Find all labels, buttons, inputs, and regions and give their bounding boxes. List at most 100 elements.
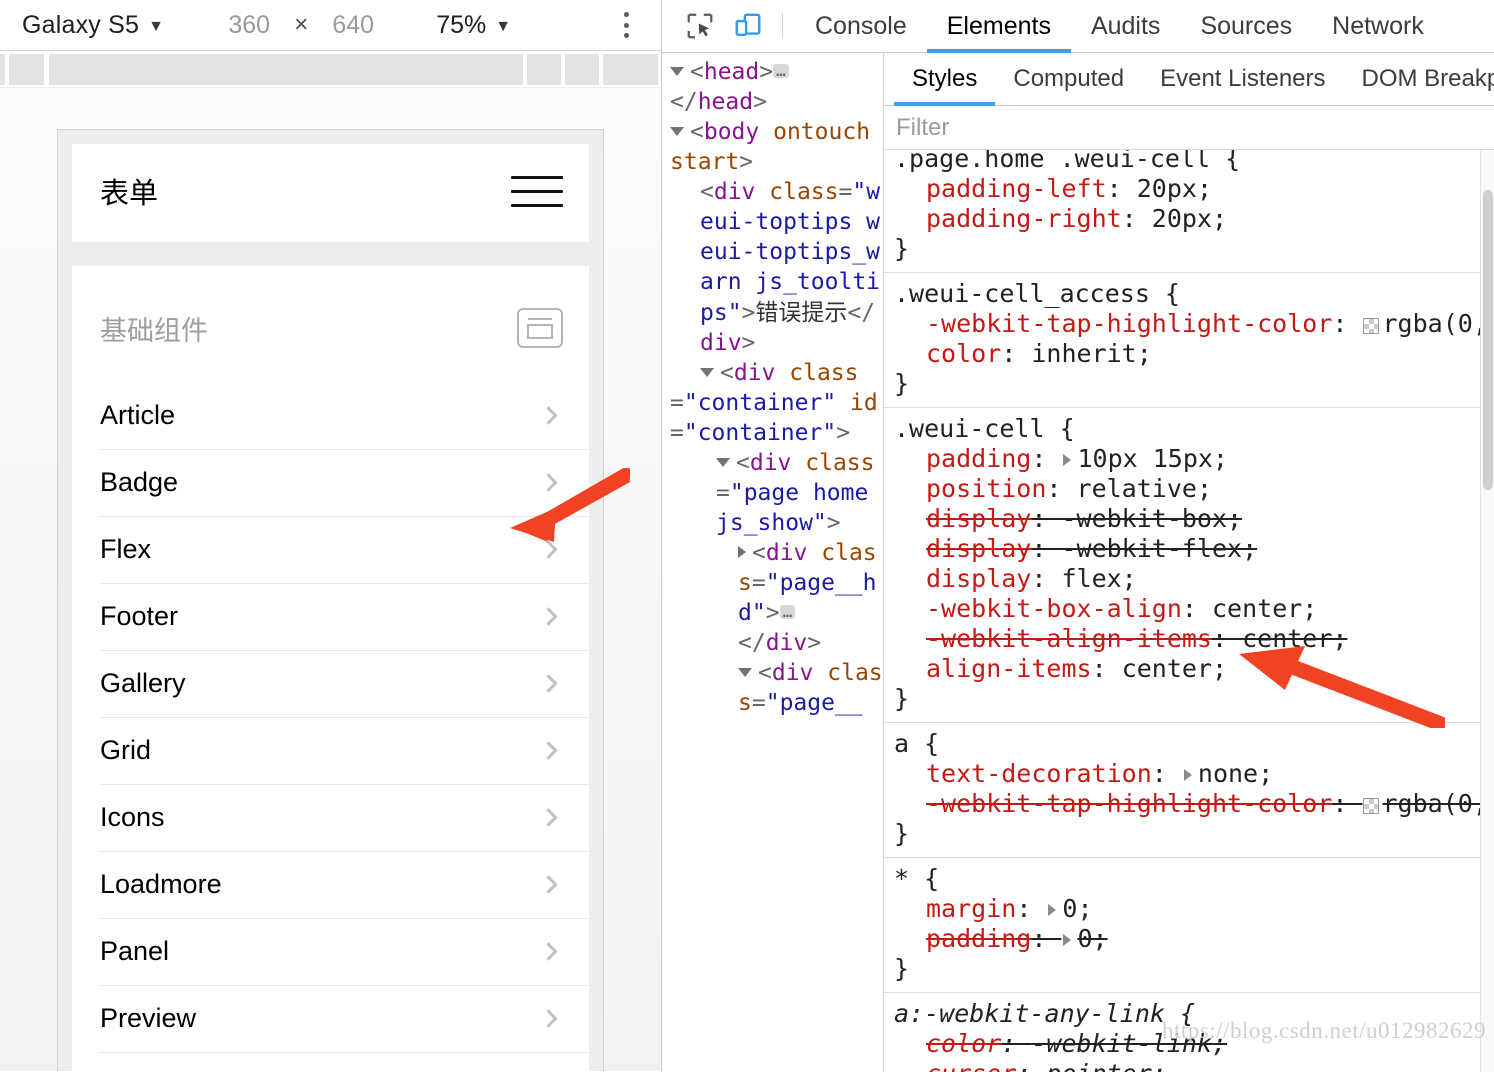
- list-item[interactable]: Panel: [72, 918, 589, 985]
- css-declaration[interactable]: margin: 0;: [894, 894, 1494, 924]
- css-property[interactable]: color: [894, 1029, 1001, 1059]
- tab-audits[interactable]: Audits: [1071, 0, 1180, 52]
- css-declaration[interactable]: -webkit-box-align: center;: [894, 594, 1494, 624]
- css-declaration[interactable]: -webkit-align-items: center;: [894, 624, 1494, 654]
- css-declaration[interactable]: -webkit-tap-highlight-color: rgba(0, 0: [894, 309, 1494, 339]
- css-value[interactable]: flex;: [1061, 564, 1136, 593]
- css-property[interactable]: padding-left: [894, 174, 1107, 204]
- css-value[interactable]: center;: [1122, 654, 1227, 683]
- css-property[interactable]: padding: [894, 444, 1031, 474]
- css-declaration[interactable]: -webkit-tap-highlight-color: rgba(0, 0: [894, 789, 1494, 819]
- css-value[interactable]: pointer;: [1046, 1059, 1166, 1072]
- list-item[interactable]: Badge: [72, 449, 589, 516]
- viewport-ruler[interactable]: [0, 51, 661, 88]
- css-value[interactable]: 20px;: [1152, 204, 1227, 233]
- list-item[interactable]: Icons: [72, 784, 589, 851]
- css-selector[interactable]: a {: [894, 729, 1494, 759]
- list-item[interactable]: Preview: [72, 985, 589, 1052]
- viewport-height-input[interactable]: 640: [322, 11, 384, 40]
- css-selector[interactable]: .weui-cell {: [894, 414, 1494, 444]
- css-rule[interactable]: a:-webkit-any-link {color: -webkit-link;…: [884, 993, 1494, 1072]
- css-property[interactable]: align-items: [894, 654, 1092, 684]
- css-property[interactable]: display: [894, 564, 1031, 594]
- css-declaration[interactable]: cursor: pointer;: [894, 1059, 1494, 1072]
- dom-line[interactable]: <div class="page__: [662, 658, 883, 718]
- css-value[interactable]: relative;: [1077, 474, 1212, 503]
- expand-triangle-icon[interactable]: [1183, 769, 1192, 781]
- tab-event-listeners[interactable]: Event Listeners: [1142, 53, 1343, 105]
- css-property[interactable]: cursor: [894, 1059, 1016, 1072]
- css-value[interactable]: none;: [1198, 759, 1273, 788]
- list-item[interactable]: Flex: [72, 516, 589, 583]
- list-item[interactable]: Footer: [72, 583, 589, 650]
- css-declaration[interactable]: position: relative;: [894, 474, 1494, 504]
- css-value[interactable]: 10px 15px;: [1077, 444, 1228, 473]
- css-value[interactable]: 0;: [1077, 924, 1107, 953]
- viewport-width-input[interactable]: 360: [218, 11, 280, 40]
- list-item[interactable]: Article: [72, 382, 589, 449]
- css-property[interactable]: -webkit-box-align: [894, 594, 1182, 624]
- css-property[interactable]: margin: [894, 894, 1016, 924]
- expand-triangle-icon[interactable]: [1063, 454, 1072, 466]
- css-property[interactable]: position: [894, 474, 1046, 504]
- css-property[interactable]: color: [894, 339, 1001, 369]
- color-swatch[interactable]: [1362, 318, 1379, 334]
- phone-viewport[interactable]: 表单 基础组件 Article Badge Flex Footer Gallery Gri…: [57, 129, 604, 1071]
- css-selector[interactable]: * {: [894, 864, 1494, 894]
- css-rule[interactable]: .page.home .weui-cell {padding-left: 20p…: [884, 150, 1494, 273]
- styles-filter-row[interactable]: [884, 106, 1494, 150]
- css-declaration[interactable]: padding-right: 20px;: [894, 204, 1494, 234]
- tab-elements[interactable]: Elements: [926, 0, 1072, 53]
- css-value[interactable]: rgba(0, 0: [1383, 309, 1494, 338]
- device-toolbar-icon[interactable]: [724, 0, 772, 52]
- css-declaration[interactable]: color: inherit;: [894, 339, 1494, 369]
- css-value[interactable]: 20px;: [1137, 174, 1212, 203]
- css-property[interactable]: -webkit-align-items: [894, 624, 1212, 654]
- list-item[interactable]: Gallery: [72, 650, 589, 717]
- zoom-selector[interactable]: 75% ▼: [436, 11, 511, 40]
- css-rule[interactable]: a {text-decoration: none; -webkit-tap-hig…: [884, 723, 1494, 858]
- css-selector[interactable]: a:-webkit-any-link {: [894, 999, 1494, 1029]
- dom-line[interactable]: <div class="container" id="container">: [662, 358, 883, 448]
- list-item[interactable]: Grid: [72, 717, 589, 784]
- expand-triangle-icon[interactable]: [1063, 934, 1072, 946]
- list-item[interactable]: Progress: [72, 1052, 589, 1071]
- css-value[interactable]: center;: [1242, 624, 1347, 653]
- css-declaration[interactable]: display: -webkit-flex;: [894, 534, 1494, 564]
- dom-line[interactable]: <body ontouchstart>: [662, 117, 883, 177]
- css-value[interactable]: 0;: [1062, 894, 1092, 923]
- css-property[interactable]: -webkit-tap-highlight-color: [894, 309, 1332, 339]
- css-value[interactable]: -webkit-flex;: [1061, 534, 1257, 563]
- css-property[interactable]: padding-right: [894, 204, 1122, 234]
- css-selector[interactable]: .page.home .weui-cell {: [894, 150, 1494, 174]
- filter-input[interactable]: [896, 113, 1494, 142]
- css-rules-list[interactable]: .page.home .weui-cell {padding-left: 20p…: [884, 150, 1494, 1072]
- dom-line[interactable]: </head>: [662, 87, 883, 117]
- css-property[interactable]: padding: [894, 924, 1031, 954]
- css-declaration[interactable]: align-items: center;: [894, 654, 1494, 684]
- dom-tree-panel[interactable]: <head>… </head> <body ontouchstart> <div…: [662, 53, 884, 1072]
- tab-network[interactable]: Network: [1312, 0, 1444, 52]
- dom-line[interactable]: <head>…: [662, 57, 883, 87]
- css-value[interactable]: -webkit-box;: [1061, 504, 1242, 533]
- dom-line[interactable]: </div>: [662, 628, 883, 658]
- inspect-element-icon[interactable]: [676, 0, 724, 52]
- css-declaration[interactable]: padding: 0;: [894, 924, 1494, 954]
- more-vertical-icon[interactable]: [613, 10, 639, 40]
- dom-line[interactable]: <div class="page home js_show">: [662, 448, 883, 538]
- css-rule[interactable]: .weui-cell {padding: 10px 15px; position:…: [884, 408, 1494, 723]
- device-selector[interactable]: Galaxy S5 ▼: [22, 11, 164, 40]
- css-rule[interactable]: .weui-cell_access {-webkit-tap-highlight…: [884, 273, 1494, 408]
- tab-styles[interactable]: Styles: [894, 53, 996, 106]
- css-value[interactable]: inherit;: [1031, 339, 1151, 368]
- css-rule[interactable]: * {margin: 0; padding: 0;}: [884, 858, 1494, 993]
- css-value[interactable]: rgba(0, 0: [1383, 789, 1494, 818]
- css-declaration[interactable]: color: -webkit-link;: [894, 1029, 1494, 1059]
- tab-dom-breakp[interactable]: DOM Breakp: [1344, 53, 1494, 105]
- css-declaration[interactable]: display: -webkit-box;: [894, 504, 1494, 534]
- css-property[interactable]: text-decoration: [894, 759, 1152, 789]
- css-declaration[interactable]: display: flex;: [894, 564, 1494, 594]
- css-declaration[interactable]: padding: 10px 15px;: [894, 444, 1494, 474]
- list-item[interactable]: Loadmore: [72, 851, 589, 918]
- css-selector[interactable]: .weui-cell_access {: [894, 279, 1494, 309]
